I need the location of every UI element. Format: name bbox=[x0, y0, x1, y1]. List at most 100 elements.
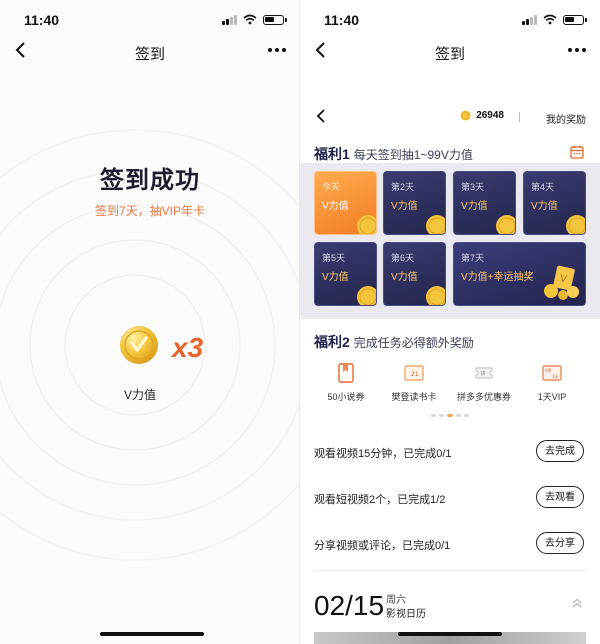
day-reward: V力值+幸运抽奖 bbox=[461, 272, 534, 283]
coin-icon bbox=[357, 215, 376, 234]
separator bbox=[519, 112, 520, 122]
lucky-draw-icon: V bbox=[544, 265, 579, 300]
status-bar: 11:40 bbox=[0, 0, 300, 40]
section-title-daily: 福利1 每天签到抽1~99V力值 bbox=[314, 144, 473, 164]
chevron-left-icon[interactable] bbox=[314, 108, 330, 124]
signal-icon bbox=[222, 14, 237, 25]
day-label: 第3天 bbox=[461, 182, 485, 192]
coupon-label: 1天VIP bbox=[537, 392, 567, 402]
status-icons bbox=[222, 14, 287, 25]
rewards-header: 26948 我的奖励 bbox=[300, 100, 600, 136]
battery-icon bbox=[263, 14, 287, 25]
coin-icon bbox=[120, 326, 158, 364]
pager-dots bbox=[300, 414, 600, 417]
day-reward: V力值 bbox=[322, 272, 349, 283]
coupon-row: 50小说券 21 樊登读书卡 拼 拼多多优惠券 VIP 1天 1天VIP bbox=[300, 362, 600, 406]
card-icon: 21 bbox=[404, 365, 424, 381]
reward-label: V力值 bbox=[123, 388, 156, 402]
status-time: 11:40 bbox=[24, 12, 60, 28]
coupon-pinduoduo[interactable]: 拼 拼多多优惠券 bbox=[448, 362, 520, 403]
home-indicator[interactable] bbox=[100, 632, 204, 636]
section-text: 完成任务必得额外奖励 bbox=[353, 336, 474, 350]
my-rewards-link[interactable]: 我的奖励 bbox=[546, 111, 586, 126]
balance-value: 26948 bbox=[476, 110, 504, 121]
day-card-7[interactable]: 第7天 V力值+幸运抽奖 V bbox=[453, 242, 586, 306]
day-label: 第7天 bbox=[461, 253, 485, 263]
home-indicator[interactable] bbox=[398, 632, 502, 636]
day-label: 第4天 bbox=[531, 182, 555, 192]
task-action-button[interactable]: 去完成 bbox=[536, 440, 584, 462]
task-text: 分享视频或评论，已完成0/1 bbox=[314, 540, 451, 552]
task-row: 观看短视频2个，已完成1/2 去观看 bbox=[300, 486, 600, 510]
coin-icon bbox=[460, 110, 471, 121]
task-text: 观看视频15分钟，已完成0/1 bbox=[314, 448, 452, 460]
divider bbox=[314, 570, 586, 571]
day-label: 第5天 bbox=[322, 253, 346, 263]
coin-icon bbox=[357, 286, 376, 305]
day-label: 第6天 bbox=[391, 253, 415, 263]
section-text: 每天签到抽1~99V力值 bbox=[353, 148, 473, 162]
reward-multiplier: x3 bbox=[172, 332, 204, 363]
task-row: 分享视频或评论，已完成0/1 去分享 bbox=[300, 532, 600, 556]
book-icon bbox=[338, 363, 354, 383]
day-card-today[interactable]: 今天 V力值 bbox=[314, 171, 377, 235]
day-card-2[interactable]: 第2天 V力值 bbox=[383, 171, 446, 235]
success-title: 签到成功 bbox=[100, 167, 200, 194]
day-reward: V力值 bbox=[531, 201, 558, 212]
day-card-6[interactable]: 第6天 V力值 bbox=[383, 242, 446, 306]
vip-ticket-icon: VIP1天 bbox=[542, 365, 562, 381]
calendar-weekday: 周六 bbox=[386, 595, 406, 606]
day-card-5[interactable]: 第5天 V力值 bbox=[314, 242, 377, 306]
coin-balance: 26948 bbox=[460, 110, 504, 121]
day-label: 第2天 bbox=[391, 182, 415, 192]
success-subtitle: 签到7天，抽VIP年卡 bbox=[94, 204, 206, 218]
battery-icon bbox=[563, 14, 587, 25]
calendar-title: 影视日历 bbox=[386, 609, 426, 620]
day-reward: V力值 bbox=[391, 201, 418, 212]
coupon-fandeng[interactable]: 21 樊登读书卡 bbox=[378, 362, 450, 403]
coin-icon bbox=[496, 215, 515, 234]
day-card-3[interactable]: 第3天 V力值 bbox=[453, 171, 516, 235]
more-icon[interactable] bbox=[568, 48, 586, 52]
task-row: 观看视频15分钟，已完成0/1 去完成 bbox=[300, 440, 600, 464]
section-badge: 福利1 bbox=[314, 146, 350, 162]
coupon-label: 拼多多优惠券 bbox=[456, 392, 511, 402]
daily-checkin-grid: 今天 V力值 第2天 V力值 第3天 V力值 第4天 V力值 第5天 V力值 第… bbox=[300, 163, 600, 319]
coupon-label: 樊登读书卡 bbox=[391, 392, 437, 402]
day-reward: V力值 bbox=[391, 272, 418, 283]
nav-bar: 签到 bbox=[300, 36, 600, 66]
signin-success-screen: 11:40 签到 签到成功 签到7天，抽VIP年卡 x3 V力值 bbox=[0, 0, 300, 644]
day-reward: V力值 bbox=[322, 201, 349, 212]
signin-screen: 11:40 签到 26948 我的奖励 福利1每天签到抽1~99V力值 今天 bbox=[300, 0, 600, 644]
task-action-button[interactable]: 去观看 bbox=[536, 486, 584, 508]
wifi-icon bbox=[543, 14, 557, 25]
page-title: 签到 bbox=[434, 46, 465, 63]
section-title-tasks: 福利2 完成任务必得额外奖励 bbox=[314, 332, 474, 352]
day-label: 今天 bbox=[322, 182, 341, 192]
coin-icon bbox=[426, 286, 445, 305]
svg-text:21: 21 bbox=[411, 371, 419, 378]
calendar-icon[interactable] bbox=[570, 145, 584, 159]
coupon-vip[interactable]: VIP 1天 1天VIP bbox=[516, 362, 588, 403]
day-reward: V力值 bbox=[461, 201, 488, 212]
svg-text:1天: 1天 bbox=[552, 374, 559, 379]
chevron-up-icon[interactable] bbox=[570, 596, 584, 610]
calendar-date: 02/15 bbox=[314, 590, 385, 621]
signal-icon bbox=[522, 14, 537, 25]
svg-text:拼: 拼 bbox=[481, 370, 486, 377]
section-badge: 福利2 bbox=[314, 334, 350, 350]
coin-icon bbox=[426, 215, 445, 234]
wifi-icon bbox=[243, 14, 257, 25]
status-icons bbox=[522, 14, 587, 25]
more-icon[interactable] bbox=[268, 48, 286, 52]
status-time: 11:40 bbox=[324, 12, 360, 28]
svg-text:VIP: VIP bbox=[545, 368, 552, 373]
coin-icon bbox=[566, 215, 585, 234]
coupon-label: 50小说券 bbox=[327, 392, 365, 402]
coupon-novel[interactable]: 50小说券 bbox=[310, 362, 382, 403]
day-card-4[interactable]: 第4天 V力值 bbox=[523, 171, 586, 235]
status-bar: 11:40 bbox=[300, 0, 600, 40]
coupon-icon: 拼 bbox=[475, 367, 493, 379]
task-action-button[interactable]: 去分享 bbox=[536, 532, 584, 554]
task-text: 观看短视频2个，已完成1/2 bbox=[314, 494, 446, 506]
